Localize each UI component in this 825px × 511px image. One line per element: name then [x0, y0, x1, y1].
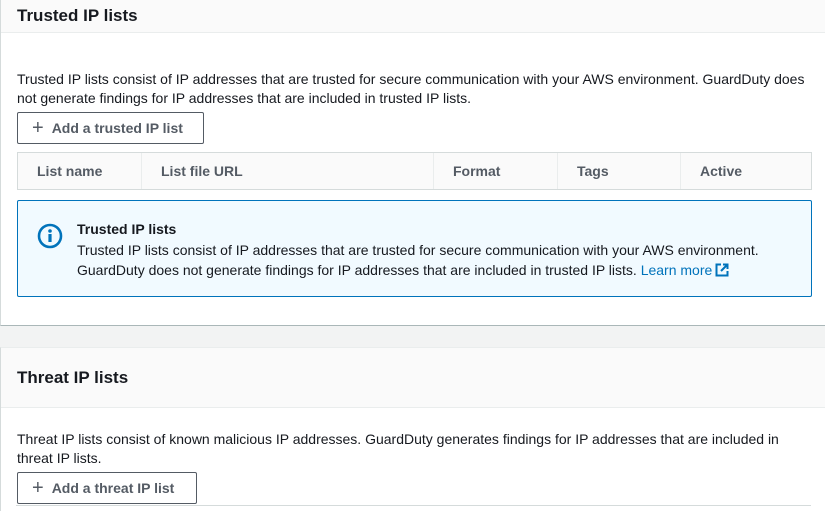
alert-body: Trusted IP lists consist of IP addresses…	[77, 240, 777, 280]
alert-title: Trusted IP lists	[77, 221, 177, 237]
column-header-list-name[interactable]: List name	[18, 153, 142, 189]
column-header-active[interactable]: Active	[681, 153, 811, 189]
add-trusted-ip-list-label: Add a trusted IP list	[51, 120, 183, 136]
external-link-icon	[715, 263, 729, 277]
add-trusted-ip-list-button[interactable]: + Add a trusted IP list	[17, 112, 204, 144]
threat-ip-lists-panel: Threat IP lists Threat IP lists consist …	[0, 347, 825, 511]
threat-ip-lists-description: Threat IP lists consist of known malicio…	[17, 431, 779, 466]
trusted-ip-lists-header: Trusted IP lists	[1, 0, 825, 33]
column-header-format[interactable]: Format	[434, 153, 558, 189]
table-top-divider	[16, 505, 811, 506]
threat-ip-lists-header: Threat IP lists	[1, 348, 825, 408]
learn-more-label: Learn more	[640, 262, 713, 278]
info-circle-icon	[37, 223, 63, 249]
trusted-ip-lists-description: Trusted IP lists consist of IP addresses…	[17, 71, 805, 106]
column-header-list-file-url[interactable]: List file URL	[142, 153, 434, 189]
plus-icon: +	[32, 477, 44, 499]
add-threat-ip-list-label: Add a threat IP list	[51, 480, 175, 496]
trusted-ip-lists-title: Trusted IP lists	[17, 6, 138, 25]
plus-icon: +	[32, 117, 44, 139]
add-threat-ip-list-button[interactable]: + Add a threat IP list	[17, 472, 197, 504]
trusted-ip-lists-table-header: List name List file URL Format Tags Acti…	[17, 152, 812, 190]
trusted-ip-lists-panel: Trusted IP lists Trusted IP lists consis…	[0, 0, 825, 326]
trusted-ip-lists-info-alert: Trusted IP lists Trusted IP lists consis…	[17, 200, 812, 297]
column-header-tags[interactable]: Tags	[558, 153, 681, 189]
threat-ip-lists-title: Threat IP lists	[17, 367, 129, 387]
learn-more-link[interactable]: Learn more	[641, 262, 730, 278]
